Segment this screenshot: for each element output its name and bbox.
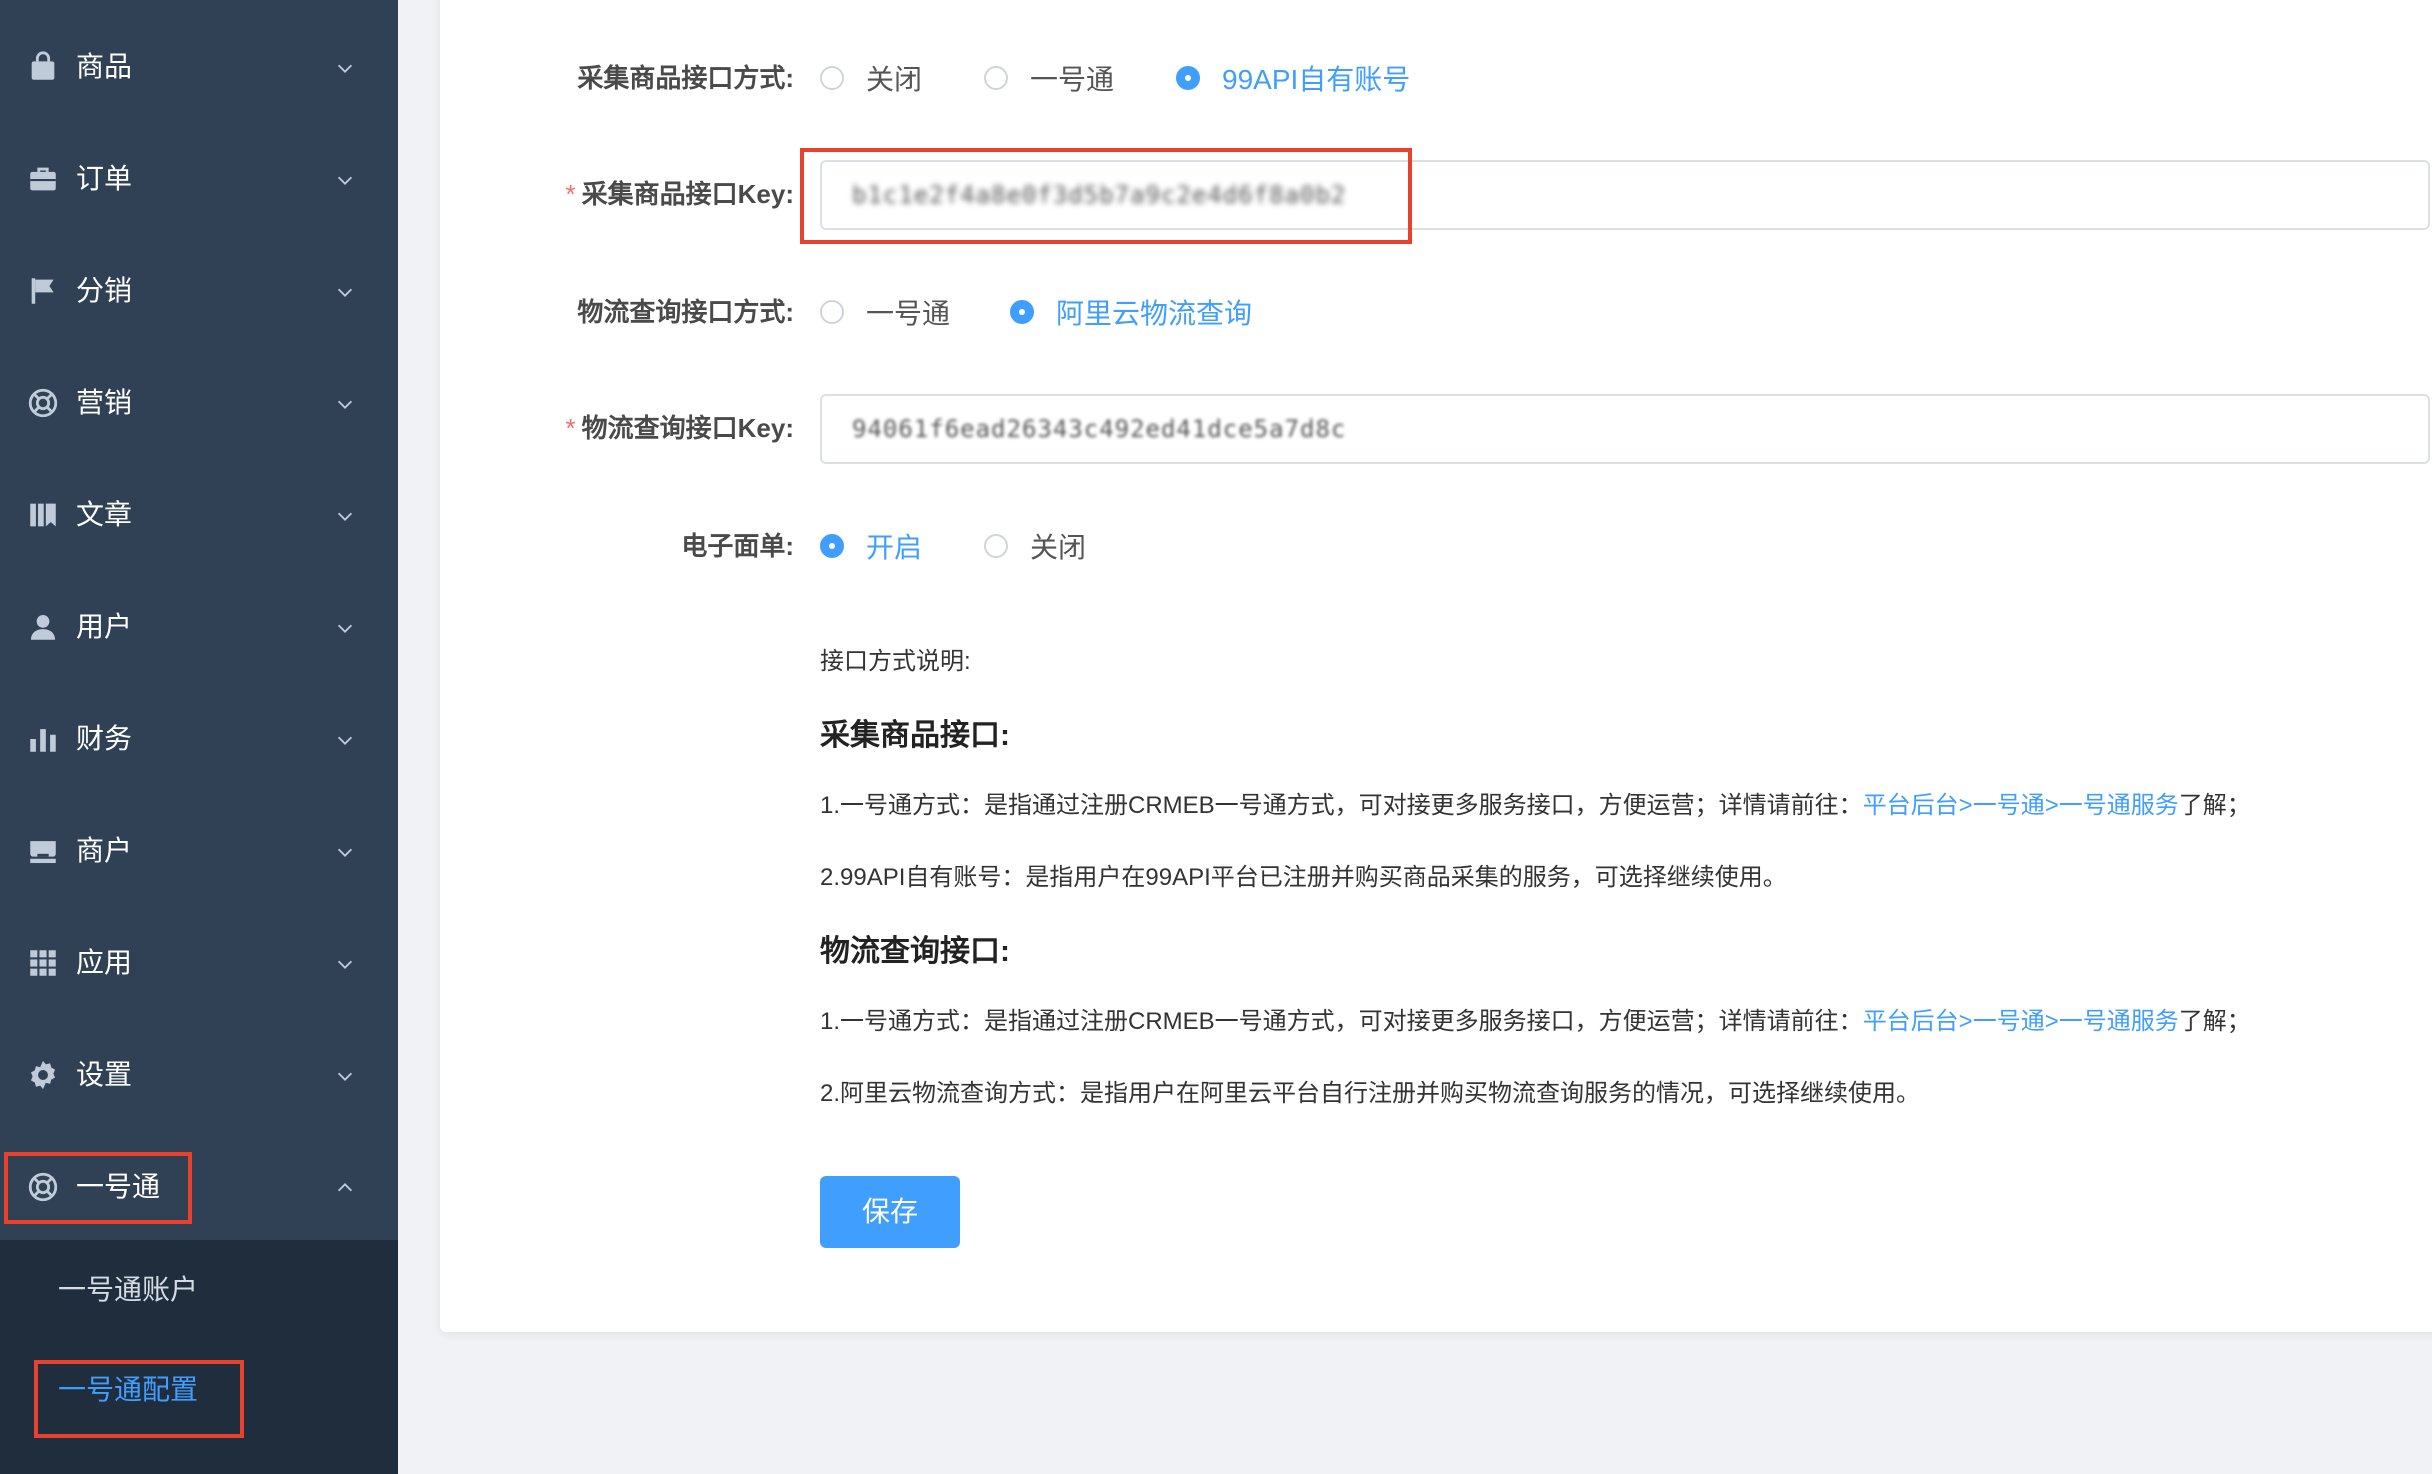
radio-label: 一号通 <box>1030 64 1115 95</box>
chevron-down-icon <box>334 953 356 975</box>
chevron-down-icon <box>334 505 356 527</box>
e-waybill-radio-off[interactable]: 关闭 <box>984 526 1086 566</box>
logistics-key-label: * 物流查询接口Key: <box>565 413 794 443</box>
sidebar-item-products[interactable]: 商品 <box>0 13 398 125</box>
shopping-bag-icon <box>26 50 60 84</box>
collect-mode-radio-99api[interactable]: 99API自有账号 <box>1176 58 1410 98</box>
e-waybill-radio-on[interactable]: 开启 <box>820 526 922 566</box>
lifebuoy-icon <box>26 1170 60 1204</box>
radio-label: 99API自有账号 <box>1222 64 1411 95</box>
sidebar-item-orders[interactable]: 订单 <box>0 125 398 237</box>
logistics-mode-radio-aliyun[interactable]: 阿里云物流查询 <box>1010 292 1252 332</box>
logistics-mode-label: 物流查询接口方式: <box>577 297 794 327</box>
submenu-yihaotong: 一号通账户 一号通配置 <box>0 1240 398 1474</box>
chevron-down-icon <box>334 841 356 863</box>
collect-mode-radio-yihaotong[interactable]: 一号通 <box>984 58 1114 98</box>
submenu-item-label: 一号通账户 <box>58 1274 199 1305</box>
logistics-key-input[interactable]: 94061f6ead26343c492ed41dce5a7d8c <box>820 394 2430 464</box>
sidebar-item-label: 文章 <box>76 499 133 530</box>
desc-intro: 接口方式说明: <box>820 648 971 675</box>
collect-mode-label: 采集商品接口方式: <box>577 63 794 93</box>
chevron-down-icon <box>334 729 356 751</box>
collect-key-label: * 采集商品接口Key: <box>565 179 794 209</box>
save-button[interactable]: 保存 <box>820 1176 960 1248</box>
masked-value: b1c1e2f4a8e0f3d5b7a9c2e4d6f8a0b2 <box>852 181 1347 209</box>
radio-label: 阿里云物流查询 <box>1056 298 1253 329</box>
chevron-up-icon <box>334 1177 356 1199</box>
radio-dot <box>1010 300 1034 324</box>
desc-logistics-line1: 1.一号通方式：是指通过注册CRMEB一号通方式，可对接更多服务接口，方便运营；… <box>820 1008 2251 1035</box>
collect-mode-radio-off[interactable]: 关闭 <box>820 58 922 98</box>
sidebar-item-apps[interactable]: 应用 <box>0 909 398 1021</box>
desc-collect-line1: 1.一号通方式：是指通过注册CRMEB一号通方式，可对接更多服务接口，方便运营；… <box>820 792 2251 819</box>
radio-dot <box>820 300 844 324</box>
sidebar-item-label: 应用 <box>76 947 133 978</box>
store-icon <box>26 834 60 868</box>
sidebar: 商品 订单 分销 营销 文章 用户 财务 商户 应用 设置 一号通 一号通账户 … <box>0 0 398 1474</box>
sidebar-item-articles[interactable]: 文章 <box>0 461 398 573</box>
chevron-down-icon <box>334 617 356 639</box>
briefcase-icon <box>26 162 60 196</box>
radio-label: 一号通 <box>866 298 951 329</box>
chevron-down-icon <box>334 393 356 415</box>
logistics-mode-radio-yihaotong[interactable]: 一号通 <box>820 292 950 332</box>
desc-logistics-title: 物流查询接口: <box>820 935 1010 968</box>
sidebar-item-marketing[interactable]: 营销 <box>0 349 398 461</box>
chevron-down-icon <box>334 169 356 191</box>
chevron-down-icon <box>334 281 356 303</box>
desc-logistics-line2: 2.阿里云物流查询方式：是指用户在阿里云平台自行注册并购买物流查询服务的情况，可… <box>820 1080 1921 1107</box>
books-icon <box>26 498 60 532</box>
desc-collect-line2: 2.99API自有账号：是指用户在99API平台已注册并购买商品采集的服务，可选… <box>820 864 1787 891</box>
sidebar-item-label: 设置 <box>76 1059 133 1090</box>
sidebar-item-label: 一号通 <box>76 1171 161 1202</box>
sidebar-item-label: 营销 <box>76 387 133 418</box>
submenu-item-config[interactable]: 一号通配置 <box>0 1340 398 1440</box>
radio-label: 关闭 <box>1030 532 1087 563</box>
radio-dot <box>984 534 1008 558</box>
config-card: 采集商品接口方式: 关闭 一号通 99API自有账号 * 采集商品接口Key: b… <box>440 0 2432 1332</box>
radio-label: 开启 <box>866 532 923 563</box>
submenu-item-label: 一号通配置 <box>58 1374 199 1405</box>
sidebar-item-distribution[interactable]: 分销 <box>0 237 398 349</box>
chevron-down-icon <box>334 1065 356 1087</box>
sidebar-item-label: 用户 <box>76 611 133 642</box>
platform-service-link[interactable]: 平台后台>一号通>一号通服务 <box>1863 1008 2179 1035</box>
radio-dot <box>984 66 1008 90</box>
user-icon <box>26 610 60 644</box>
masked-value: 94061f6ead26343c492ed41dce5a7d8c <box>852 415 1347 443</box>
bar-chart-icon <box>26 722 60 756</box>
sidebar-item-merchants[interactable]: 商户 <box>0 797 398 909</box>
grid-icon <box>26 946 60 980</box>
e-waybill-label: 电子面单: <box>681 531 794 561</box>
sidebar-item-label: 商品 <box>76 51 133 82</box>
radio-dot <box>820 534 844 558</box>
sidebar-item-users[interactable]: 用户 <box>0 573 398 685</box>
sidebar-item-settings[interactable]: 设置 <box>0 1021 398 1133</box>
submenu-item-account[interactable]: 一号通账户 <box>0 1240 398 1340</box>
gear-icon <box>26 1058 60 1092</box>
sidebar-item-finance[interactable]: 财务 <box>0 685 398 797</box>
desc-collect-title: 采集商品接口: <box>820 719 1010 752</box>
radio-dot <box>1176 66 1200 90</box>
flag-icon <box>26 274 60 308</box>
sidebar-item-yihaotong[interactable]: 一号通 <box>0 1133 398 1245</box>
chevron-down-icon <box>334 57 356 79</box>
sidebar-item-label: 财务 <box>76 723 133 754</box>
radio-label: 关闭 <box>866 64 923 95</box>
sidebar-item-label: 分销 <box>76 275 133 306</box>
platform-service-link[interactable]: 平台后台>一号通>一号通服务 <box>1863 792 2179 819</box>
sidebar-item-label: 商户 <box>76 835 133 866</box>
collect-key-input[interactable]: b1c1e2f4a8e0f3d5b7a9c2e4d6f8a0b2 <box>820 160 2430 230</box>
sidebar-item-label: 订单 <box>76 163 133 194</box>
lifebuoy-icon <box>26 386 60 420</box>
radio-dot <box>820 66 844 90</box>
